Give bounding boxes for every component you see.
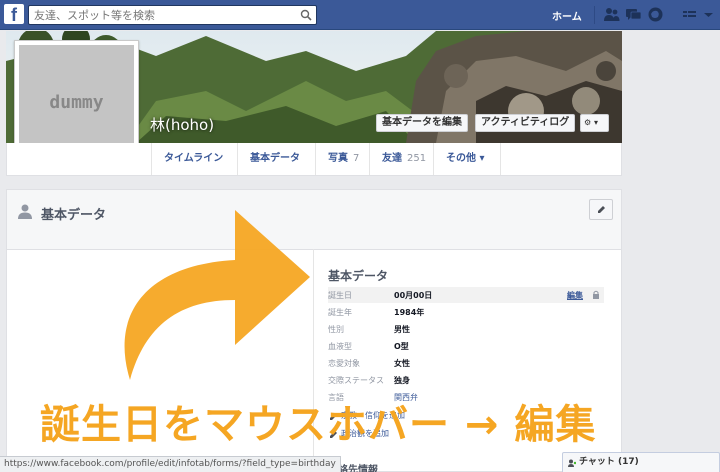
tab-count: 251: [407, 153, 427, 164]
profile-name[interactable]: 林(hoho): [150, 114, 214, 135]
facebook-logo-icon[interactable]: f: [4, 4, 24, 25]
tab-label: 写真: [328, 153, 348, 164]
info-value: 1984年: [394, 308, 425, 317]
activity-log-button[interactable]: アクティビティログ: [475, 114, 576, 132]
tab-photos[interactable]: 写真 7: [315, 143, 369, 175]
tab-count: 7: [353, 153, 360, 164]
messages-icon[interactable]: [625, 6, 642, 23]
chevron-down-icon[interactable]: [700, 6, 717, 23]
chat-button[interactable]: チャット (17): [562, 452, 720, 472]
info-row-relationship: 交際ステータス 独身: [328, 372, 604, 388]
tab-about[interactable]: 基本データ: [237, 143, 315, 175]
chat-person-icon: [568, 459, 576, 467]
about-header-title: 基本データ: [41, 208, 107, 223]
tab-more[interactable]: その他 ▾: [433, 143, 501, 175]
basic-info-title: 基本データ: [328, 269, 389, 283]
info-label: 血液型: [328, 342, 352, 351]
tab-label: その他 ▾: [446, 153, 485, 164]
settings-gear-button[interactable]: ⚙ ▾: [580, 114, 609, 132]
tab-friends[interactable]: 友達 251: [369, 143, 433, 175]
info-row-interested-in: 恋愛対象 女性: [328, 355, 604, 371]
tab-label: 基本データ: [250, 153, 300, 164]
divider: [594, 6, 595, 24]
info-row-blood-type: 血液型 O型: [328, 338, 604, 354]
notifications-icon[interactable]: [647, 6, 664, 23]
info-label: 性別: [328, 325, 344, 334]
info-value: 00月00日: [394, 291, 433, 300]
chat-label: チャット (17): [579, 457, 639, 467]
info-row-birth-year: 誕生年 1984年: [328, 304, 604, 320]
info-label: 誕生年: [328, 308, 352, 317]
info-label: 恋愛対象: [328, 359, 360, 368]
top-navigation-bar: f ホーム: [0, 0, 720, 30]
tab-label: タイムライン: [164, 153, 224, 164]
info-row-gender: 性別 男性: [328, 321, 604, 337]
friends-icon[interactable]: [603, 6, 620, 23]
info-value: 独身: [394, 376, 410, 385]
home-link[interactable]: ホーム: [552, 8, 582, 23]
edit-birthday-link[interactable]: 編集: [567, 290, 583, 301]
pencil-icon: [598, 206, 605, 213]
orange-arrow-icon: [124, 210, 310, 380]
info-value: 男性: [394, 325, 410, 334]
tab-timeline[interactable]: タイムライン: [151, 143, 237, 175]
search-box[interactable]: [28, 5, 317, 25]
info-label: 交際ステータス: [328, 376, 384, 385]
info-value: 女性: [394, 359, 410, 368]
profile-tab-bar: タイムライン 基本データ 写真 7 友達 251 その他 ▾: [6, 143, 622, 176]
right-sidebar: [622, 31, 720, 472]
edit-about-button[interactable]: [589, 199, 613, 220]
update-info-button[interactable]: 基本データを編集: [376, 114, 468, 132]
lock-icon[interactable]: [592, 290, 600, 299]
search-input[interactable]: [29, 6, 289, 24]
person-icon: [18, 204, 32, 219]
annotation-caption: 誕生日をマウスホバー → 編集: [40, 402, 597, 448]
info-row-birthday[interactable]: 誕生日 00月00日: [328, 287, 604, 303]
search-icon[interactable]: [300, 9, 312, 21]
status-bar-url: https://www.facebook.com/profile/edit/in…: [0, 456, 341, 472]
info-label: 誕生日: [328, 291, 352, 300]
info-value: O型: [394, 342, 409, 351]
tab-label: 友達: [382, 153, 402, 164]
settings-icon[interactable]: [681, 6, 698, 23]
